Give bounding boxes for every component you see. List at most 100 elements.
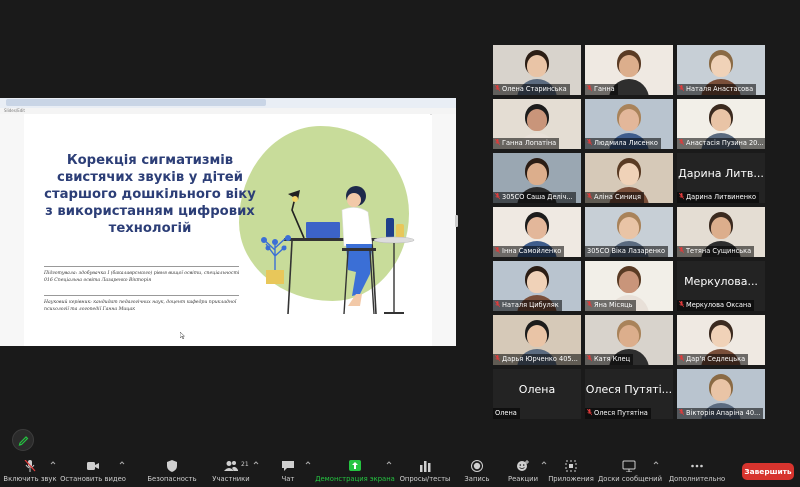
share-screen-button[interactable]: Демонстрация экрана: [315, 455, 395, 487]
chevron-up-icon[interactable]: [652, 459, 660, 467]
chevron-up-icon[interactable]: [540, 459, 548, 467]
microphone-muted-icon: [495, 139, 500, 146]
slide-divider: [44, 295, 239, 296]
whiteboards-button[interactable]: Доски сообщений: [598, 455, 662, 487]
participant-tile[interactable]: Дарина Литв... Дарина Литвиненко: [677, 153, 765, 203]
participant-name-label: Дарья Юрченко 405...: [493, 354, 581, 365]
share-screen-label: Демонстрация экрана: [315, 475, 395, 483]
participant-name-placeholder: Дарина Литв...: [678, 167, 764, 180]
slide-author: Підготувала: здобувачка І (бакалаврськог…: [44, 271, 240, 283]
microphone-muted-icon: [679, 247, 684, 254]
microphone-muted-icon: [587, 193, 592, 200]
participant-tile[interactable]: Олена Старинська: [493, 45, 581, 95]
bar-chart-icon: [420, 461, 431, 472]
participant-tile[interactable]: Ганна Лопатіна: [493, 99, 581, 149]
participant-name: Ганна: [594, 85, 615, 93]
participant-tile[interactable]: Меркулова... Меркулова Оксана: [677, 261, 765, 311]
participant-face: [711, 379, 731, 401]
participant-tile[interactable]: 305СО Саша Деліч...: [493, 153, 581, 203]
participant-tile[interactable]: Вікторія Апаріна 40...: [677, 369, 765, 419]
participant-face: [527, 163, 547, 185]
shared-screen[interactable]: Slides/Edit Корекція сигматизмів свистяч…: [0, 98, 456, 346]
microphone-muted-icon: [587, 301, 592, 308]
participant-name-placeholder: Меркулова...: [684, 275, 758, 288]
stop-video-button[interactable]: Остановить видео: [60, 455, 126, 487]
chevron-up-icon[interactable]: [49, 459, 57, 467]
participant-tile[interactable]: Анастасія Пузина 20...: [677, 99, 765, 149]
chevron-up-icon[interactable]: [304, 459, 312, 467]
participant-face: [527, 271, 547, 293]
participant-face: [711, 325, 731, 347]
participant-name: Меркулова Оксана: [686, 301, 752, 309]
participant-face: [527, 325, 547, 347]
reactions-button[interactable]: Реакции: [504, 455, 547, 487]
participant-name-label: Дарина Литвиненко: [677, 192, 760, 203]
record-button[interactable]: Запись: [458, 455, 496, 487]
participant-name-label: Катя Клец: [585, 354, 634, 365]
unmute-button[interactable]: Включить звук: [2, 455, 58, 487]
participant-tile[interactable]: Яна Місяць: [585, 261, 673, 311]
annotate-button[interactable]: [12, 429, 34, 451]
participant-tile[interactable]: Олена Олена: [493, 369, 581, 419]
microphone-muted-icon: [679, 409, 684, 416]
participant-face: [711, 55, 731, 77]
microphone-muted-icon: [587, 409, 592, 416]
participant-tile[interactable]: Наталя Анастасова: [677, 45, 765, 95]
pencil-icon: [18, 436, 29, 446]
security-button[interactable]: Безопасность: [144, 455, 200, 487]
editor-left-panel: [0, 114, 24, 346]
participants-count: 21: [241, 461, 249, 468]
participant-tile[interactable]: Аліна Синиця: [585, 153, 673, 203]
participant-tile[interactable]: Дарья Юрченко 405...: [493, 315, 581, 365]
participant-name-placeholder: Олена: [518, 383, 556, 396]
participant-tile[interactable]: Дар'я Седлецька: [677, 315, 765, 365]
shield-icon: [167, 460, 177, 472]
reactions-label: Реакции: [507, 475, 538, 483]
mouse-cursor-icon: [180, 332, 185, 339]
participant-name: Тетяна Сущинська: [686, 247, 752, 255]
participant-tile[interactable]: Наталя Цибуляк: [493, 261, 581, 311]
record-label: Запись: [464, 475, 490, 483]
participant-tile[interactable]: Інна Самойленко: [493, 207, 581, 257]
participant-name: Інна Самойленко: [502, 247, 562, 255]
participant-name-label: 305СО Саша Деліч...: [493, 192, 576, 203]
participant-name: Катя Клец: [594, 355, 631, 363]
participant-tile[interactable]: Людмила Лисенко: [585, 99, 673, 149]
chat-bubble-icon: [282, 461, 294, 471]
microphone-muted-icon: [495, 247, 500, 254]
slide-divider: [44, 266, 239, 267]
chat-button[interactable]: Чат: [270, 455, 311, 487]
chevron-up-icon[interactable]: [385, 459, 393, 467]
participants-button[interactable]: 21 Участники: [208, 455, 259, 487]
polls-button[interactable]: Опросы/тесты: [398, 455, 452, 487]
participant-name: Вікторія Апаріна 40...: [686, 409, 761, 417]
participant-name: Людмила Лисенко: [594, 139, 658, 147]
video-camera-icon: [87, 462, 99, 470]
microphone-muted-icon: [679, 301, 684, 308]
more-label: Дополнительно: [668, 475, 726, 483]
editor-right-panel: [432, 114, 456, 346]
apps-button[interactable]: Приложения: [548, 455, 594, 487]
participant-name: 305СО Саша Деліч...: [502, 193, 573, 201]
end-meeting-button[interactable]: Завершить: [742, 463, 794, 480]
whiteboard-icon: [622, 460, 636, 472]
participant-face: [711, 217, 731, 239]
participant-tile[interactable]: 305СО Віка Лазаренко: [585, 207, 673, 257]
participant-name: Олена: [495, 409, 517, 417]
participant-name: Дарья Юрченко 405...: [502, 355, 578, 363]
participant-name-label: Яна Місяць: [585, 300, 636, 311]
participant-tile[interactable]: Катя Клец: [585, 315, 673, 365]
participant-tile[interactable]: Тетяна Сущинська: [677, 207, 765, 257]
view-resize-handle[interactable]: [455, 215, 458, 227]
stop-video-label: Остановить видео: [60, 475, 126, 483]
more-button[interactable]: Дополнительно: [666, 455, 728, 487]
chevron-up-icon[interactable]: [118, 459, 126, 467]
presentation-slide: Корекція сигматизмів свистячих звуків у …: [24, 114, 430, 342]
participant-name-placeholder: Олеся Путяті...: [585, 383, 673, 396]
microphone-muted-icon: [495, 355, 500, 362]
participant-name-label: Олена: [493, 408, 520, 419]
chevron-up-icon[interactable]: [252, 459, 260, 467]
participant-tile[interactable]: Ганна: [585, 45, 673, 95]
participant-name: Наталя Анастасова: [686, 85, 754, 93]
participant-tile[interactable]: Олеся Путяті... Олеся Путятіна: [585, 369, 673, 419]
